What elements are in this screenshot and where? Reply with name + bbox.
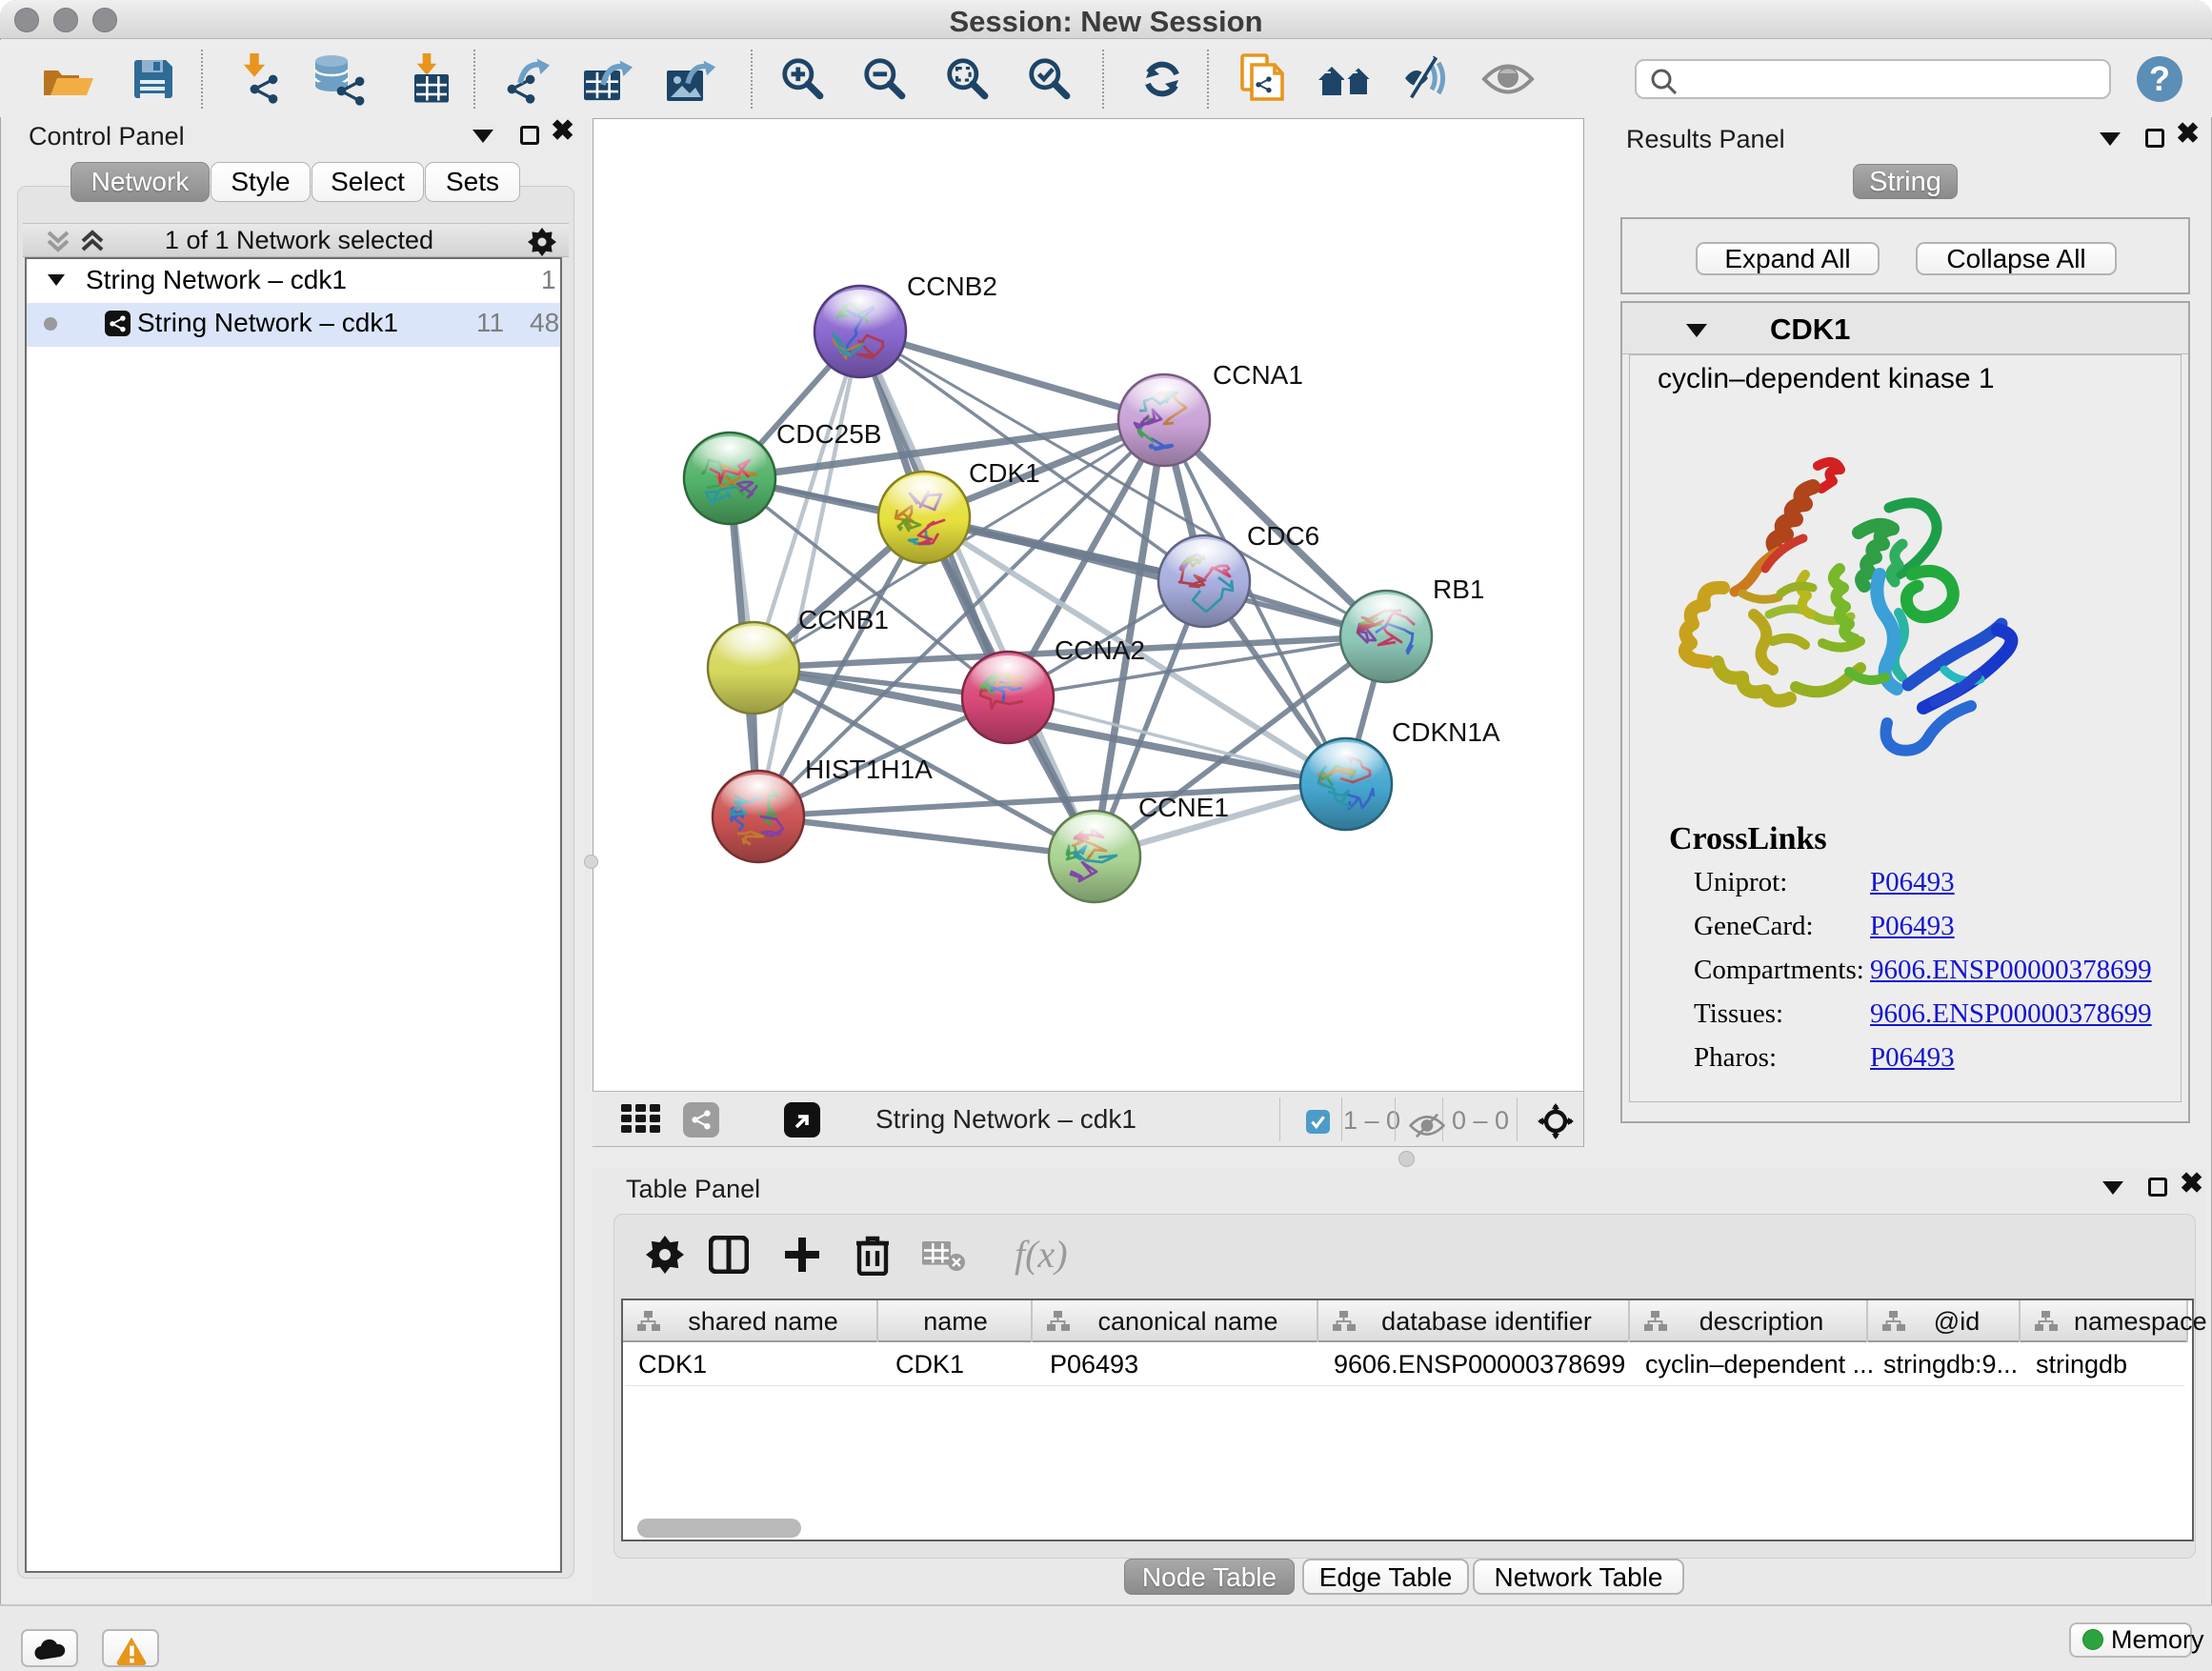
svg-text:CDC25B: CDC25B [776, 419, 881, 449]
svg-text:CDC6: CDC6 [1247, 521, 1319, 551]
svg-text:HIST1H1A: HIST1H1A [805, 755, 933, 784]
svg-text:CCNE1: CCNE1 [1138, 793, 1229, 822]
svg-text:CCNA2: CCNA2 [1055, 635, 1145, 665]
svg-text:CDK1: CDK1 [969, 458, 1040, 488]
svg-text:CDKN1A: CDKN1A [1392, 717, 1500, 747]
svg-text:RB1: RB1 [1433, 574, 1484, 604]
svg-text:CCNA1: CCNA1 [1213, 360, 1303, 390]
svg-text:CCNB2: CCNB2 [907, 272, 997, 301]
svg-text:CCNB1: CCNB1 [798, 605, 889, 634]
